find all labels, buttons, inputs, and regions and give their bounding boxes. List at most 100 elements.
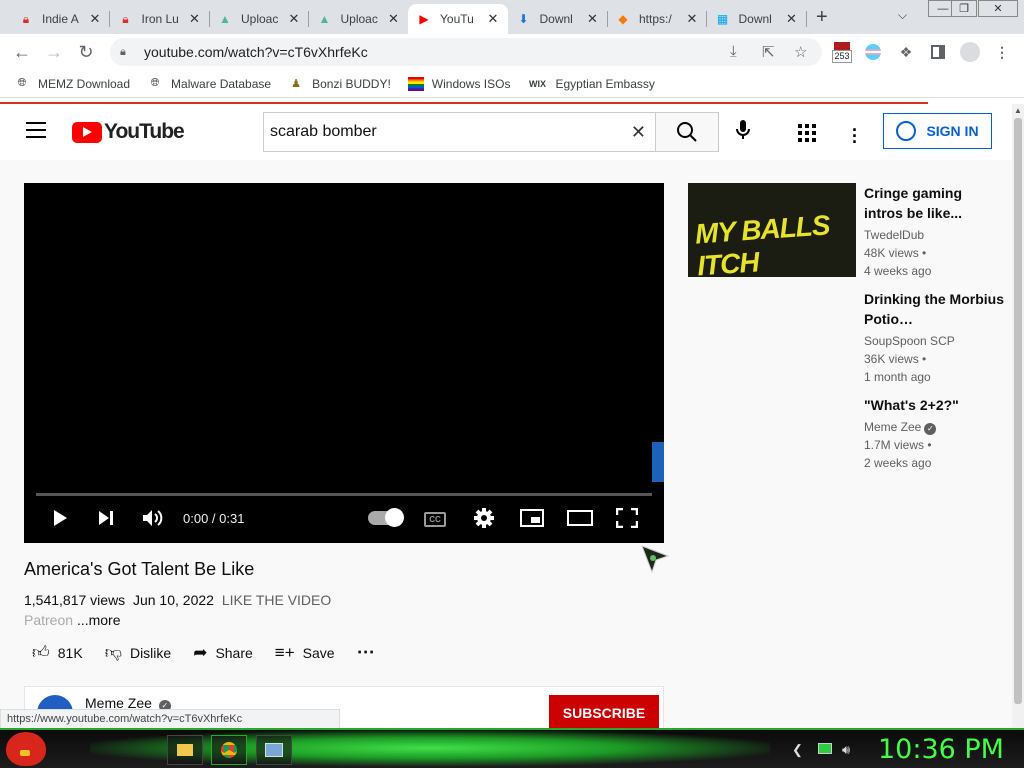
bookmark-windows-isos[interactable]: Windows ISOs [407,76,510,92]
volume-button[interactable] [140,505,166,531]
theater-mode-button[interactable] [567,505,593,531]
tab-1[interactable]: 🔒︎ Indie A ✕ [10,4,110,34]
scrollbar-thumb[interactable] [1014,118,1022,704]
taskbar-network-icon[interactable] [256,735,292,765]
like-button[interactable]: 👍︎ 81K [32,642,83,663]
related-item[interactable]: Cringe gaming intros be like... TwedelDu… [864,183,1004,280]
forward-button[interactable]: → [42,40,66,64]
video-description[interactable]: Patreon ...more [24,612,121,628]
tray-volume-icon[interactable]: 🔊︎ [842,742,850,758]
tab-4[interactable]: ▲ Uploac ✕ [309,4,409,34]
close-window-button[interactable]: ✕ [978,0,1018,17]
bookmark-memz[interactable]: 🌐︎ MEMZ Download [14,76,130,92]
tab-close-icon[interactable]: ✕ [88,11,102,27]
search-button[interactable] [655,112,719,152]
youtube-logo[interactable]: YouTube [72,120,185,144]
next-button[interactable] [94,505,118,531]
tab-search-icon[interactable]: ⌵ [898,8,907,23]
tab-close-icon[interactable]: ✕ [188,11,202,27]
captions-button[interactable]: CC [424,512,446,527]
restore-button[interactable]: ❐ [951,0,977,17]
gear-icon [474,508,494,528]
download-icon: ⬇ [518,12,529,26]
subscribe-button[interactable]: SUBSCRIBE [549,695,659,728]
tab-2[interactable]: 🔒︎ Iron Lu ✕ [110,4,210,34]
flag-extension-icon[interactable] [863,42,883,62]
tab-close-icon[interactable]: ✕ [387,11,401,27]
bookmark-malware-db[interactable]: 🌐︎ Malware Database [147,76,271,92]
taskbar-clock[interactable]: 10:36 PM [878,734,1004,765]
tab-title: Downl [539,12,573,26]
browser-menu-icon[interactable]: ⋮ [992,42,1012,62]
autoplay-toggle[interactable] [368,508,404,527]
fullscreen-button[interactable] [615,505,639,531]
tab-8[interactable]: ▦ Downl ✕ [707,4,807,34]
next-icon [99,511,113,525]
thumbs-up-icon: 👍︎ [32,643,50,662]
more-actions-icon[interactable]: ⋯ [357,642,375,663]
tab-7[interactable]: ◆ https:/ ✕ [607,4,707,34]
reload-button[interactable]: ↻ [74,40,98,64]
thumbs-down-icon: 👎︎ [104,643,122,662]
sign-in-button[interactable]: SIGN IN [883,113,992,149]
tab-title: Indie A [42,12,79,26]
scroll-up-icon[interactable]: ▲ [1014,106,1022,115]
tab-close-icon[interactable]: ✕ [685,11,699,27]
globe-icon: 🌐︎ [150,77,160,89]
search-icon [677,122,697,142]
microphone-icon[interactable] [736,120,750,145]
taskbar: ❮ 🔊︎ 10:36 PM [0,728,1024,768]
video-player[interactable]: 0:00 / 0:31 CC [24,183,664,543]
profile-avatar-icon[interactable] [960,42,980,62]
theater-icon [567,510,593,526]
verified-icon: ✓ [924,423,937,435]
tab-3[interactable]: ▲ Uploac ✕ [209,4,309,34]
miniplayer-button[interactable] [519,505,545,531]
tab-close-icon[interactable]: ✕ [586,11,600,27]
share-icon[interactable]: ⇱ [762,43,775,61]
more-link[interactable]: ...more [77,612,121,628]
tab-5[interactable]: ▶ YouTu ✕ [408,4,508,34]
taskbar-chrome-icon[interactable] [211,735,247,765]
bookmark-egyptian-embassy[interactable]: WIX Egyptian Embassy [527,76,655,92]
settings-button[interactable] [472,505,496,531]
tray-battery-icon[interactable] [818,742,832,757]
video-title: America's Got Talent Be Like [24,559,255,579]
apps-grid-icon[interactable] [798,124,816,142]
taskbar-explorer-icon[interactable] [167,735,203,765]
windows-icon: ▦ [716,12,729,26]
related-thumbnail[interactable]: MY BALLS ITCH [688,183,856,277]
address-bar[interactable]: 🔒︎ youtube.com/watch?v=cT6vXhrfeKc ⤓ ⇱ ☆ [110,38,822,66]
start-button-bird-icon[interactable] [6,732,46,766]
tab-6[interactable]: ⬇ Downl ✕ [508,4,608,34]
play-button[interactable] [48,505,72,531]
rainbow-flag-icon [407,76,424,92]
tab-close-icon[interactable]: ✕ [486,11,500,27]
back-button[interactable]: ← [10,40,34,64]
progress-bar[interactable] [36,493,652,496]
settings-kebab-icon[interactable]: ... [852,116,857,146]
clear-search-icon[interactable]: ✕ [631,122,646,143]
lock-icon: 🔒︎ [120,45,126,58]
share-button[interactable]: ➦ Share [193,643,253,663]
tray-chevron-icon[interactable]: ❮ [792,742,803,758]
save-button[interactable]: ≡+ Save [275,643,335,663]
bookmark-star-icon[interactable]: ☆ [794,43,807,61]
bookmark-bonzi[interactable]: ♟ Bonzi BUDDY! [288,76,391,92]
page-scrollbar[interactable]: ▲ [1012,104,1024,728]
calendar-extension-icon[interactable]: 253 [832,39,852,65]
hamburger-menu-icon[interactable] [26,122,46,143]
install-icon[interactable]: ⤓ [730,43,737,60]
tab-close-icon[interactable]: ✕ [785,11,799,27]
side-popup-tab[interactable] [652,442,664,482]
tab-title: Uploac [340,12,378,26]
related-item[interactable]: "What's 2+2?" Meme Zee ✓ 1.7M views • 2 wee… [864,395,1004,472]
upload-icon: ▲ [318,12,331,26]
side-panel-icon[interactable] [928,42,948,62]
new-tab-button[interactable]: + [816,6,828,29]
tab-close-icon[interactable]: ✕ [287,11,301,27]
related-item[interactable]: Drinking the Morbius Potio… SoupSpoon SC… [864,289,1004,386]
search-input[interactable]: scarab bomber ✕ [263,112,656,152]
puzzle-extensions-icon[interactable]: ❖ [896,42,916,62]
dislike-button[interactable]: 👎︎ Dislike [105,642,172,663]
